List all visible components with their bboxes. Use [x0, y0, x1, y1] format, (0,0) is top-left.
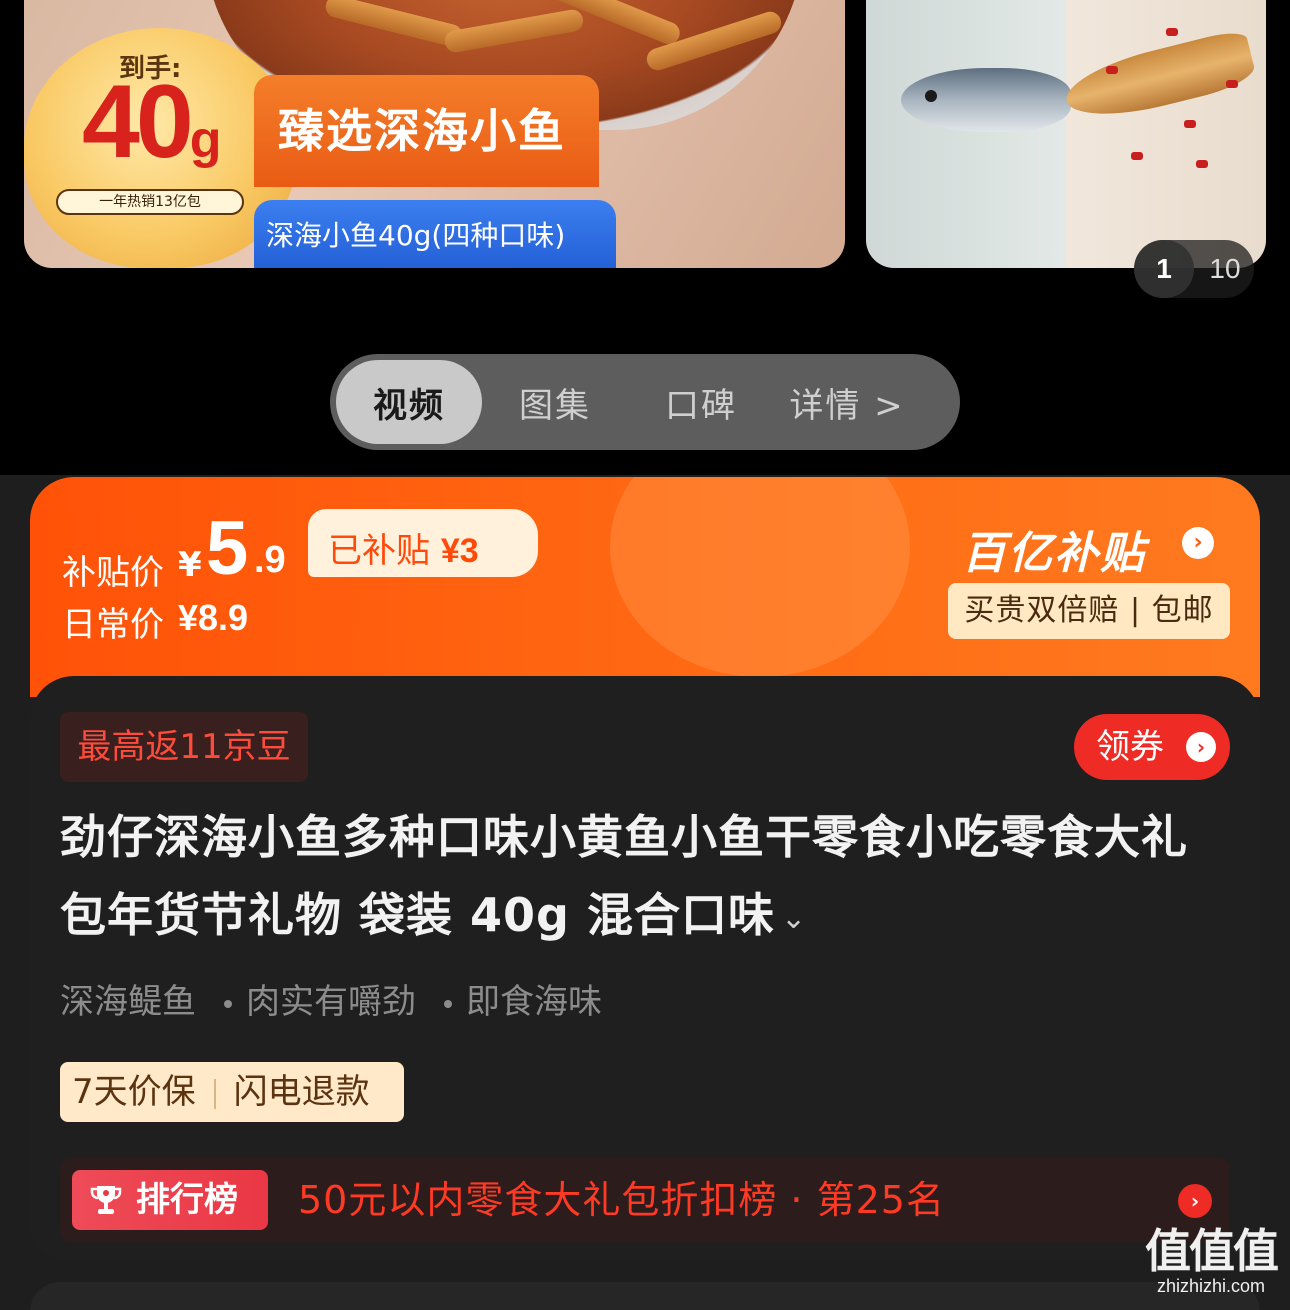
dot-separator — [444, 999, 452, 1008]
carousel-slide-main[interactable]: 到手: 40g 一年热销13亿包 臻选深海小鱼 深海小鱼40g(四种口味) — [24, 0, 845, 268]
product-title-text: 劲仔深海小鱼多种口味小黄鱼小鱼干零食小吃零食大礼包年货节礼物 袋装 40g 混合… — [60, 810, 1188, 942]
subsidy-chip-label: 已补贴 — [328, 531, 430, 571]
watermark-url: zhizhizhi.com — [1156, 1276, 1266, 1296]
brand-logo[interactable]: 百亿补贴 — [962, 517, 1146, 581]
feature-list: 深海鳀鱼 肉实有嚼劲 即食海味 — [60, 974, 602, 1023]
badge-number: 40 — [82, 64, 194, 180]
tab-details[interactable]: 详情 > — [774, 360, 920, 444]
dried-fish-image — [1060, 27, 1258, 129]
ranking-badge-label: 排行榜 — [136, 1180, 238, 1220]
feature-item: 即食海味 — [466, 982, 602, 1022]
promo-banner: 臻选深海小鱼 — [254, 75, 599, 187]
subsidy-price-decimal: .9 — [254, 539, 286, 581]
get-coupon-button[interactable]: 领券 › — [1074, 714, 1230, 780]
chevron-down-icon[interactable]: ⌄ — [781, 901, 807, 936]
image-carousel[interactable]: 到手: 40g 一年热销13亿包 臻选深海小鱼 深海小鱼40g(四种口味) 1 … — [0, 0, 1290, 475]
pager-current: 1 — [1134, 240, 1194, 298]
pager-total: 10 — [1209, 253, 1241, 284]
fish-eye — [925, 90, 937, 102]
media-tab-bar: 视频 图集 口碑 详情 > — [330, 354, 960, 450]
subsidy-chip-amount: ¥3 — [440, 532, 479, 570]
fast-refund-tag: 闪电退款 — [233, 1072, 370, 1112]
price-glow — [610, 477, 910, 677]
chili-flake — [1226, 80, 1238, 88]
feature-item: 深海鳀鱼 — [60, 982, 196, 1022]
ranking-badge: 排行榜 — [72, 1170, 268, 1230]
chili-flake — [1184, 120, 1196, 128]
chevron-right-icon: › — [1186, 732, 1216, 762]
daily-price-value: ¥8.9 — [178, 597, 249, 638]
badge-value: 40g — [82, 70, 221, 174]
carousel-slide-next[interactable] — [866, 0, 1266, 268]
coupon-label: 领券 — [1096, 727, 1164, 767]
ranking-bar[interactable]: 排行榜 50元以内零食大礼包折扣榜 · 第25名 › — [60, 1158, 1230, 1242]
chili-flake — [1166, 28, 1178, 36]
tab-video[interactable]: 视频 — [336, 360, 482, 444]
feature-item: 肉实有嚼劲 — [246, 982, 416, 1022]
tab-reviews[interactable]: 口碑 — [628, 360, 774, 444]
price-protection-tag: 7天价保 — [72, 1072, 196, 1112]
chili-flake — [1196, 160, 1208, 168]
subsidy-price-currency: ¥ — [178, 545, 202, 585]
next-section-card — [30, 1282, 1260, 1310]
chili-flake — [1106, 66, 1118, 74]
badge-sales-pill: 一年热销13亿包 — [56, 189, 244, 215]
subsidy-amount-chip: 已补贴 ¥3 — [308, 509, 538, 577]
variant-tag: 深海小鱼40g(四种口味) — [254, 200, 616, 268]
chevron-right-icon: › — [1178, 1184, 1212, 1218]
watermark: 值值值 zhizhizhi.com — [1138, 1226, 1284, 1306]
carousel-pager: 1 10 — [1134, 240, 1254, 298]
product-title[interactable]: 劲仔深海小鱼多种口味小黄鱼小鱼干零食小吃零食大礼包年货节礼物 袋装 40g 混合… — [60, 798, 1200, 958]
watermark-logo: 值值值 — [1145, 1224, 1279, 1278]
divider — [213, 1078, 216, 1109]
subsidy-price-label: 补贴价 — [62, 553, 164, 593]
sardine-image — [901, 68, 1071, 132]
price-card: 补贴价 ¥ 5 .9 已补贴 ¥3 日常价 ¥8.9 百亿补贴 › 买贵双倍赔 … — [30, 477, 1260, 697]
subsidy-price-integer: 5 — [206, 506, 249, 591]
dot-separator — [224, 999, 232, 1008]
trophy-icon — [90, 1186, 122, 1214]
badge-unit: g — [189, 111, 222, 169]
service-tags[interactable]: 7天价保 闪电退款 — [60, 1062, 404, 1122]
daily-price-label: 日常价 — [62, 605, 164, 645]
jd-bean-tag: 最高返11京豆 — [60, 712, 308, 782]
guarantee-tag: 买贵双倍赔 | 包邮 — [948, 583, 1230, 639]
ranking-text: 50元以内零食大礼包折扣榜 · 第25名 — [298, 1178, 945, 1222]
tab-gallery[interactable]: 图集 — [482, 360, 628, 444]
chevron-right-icon[interactable]: › — [1182, 527, 1214, 559]
chili-flake — [1131, 152, 1143, 160]
